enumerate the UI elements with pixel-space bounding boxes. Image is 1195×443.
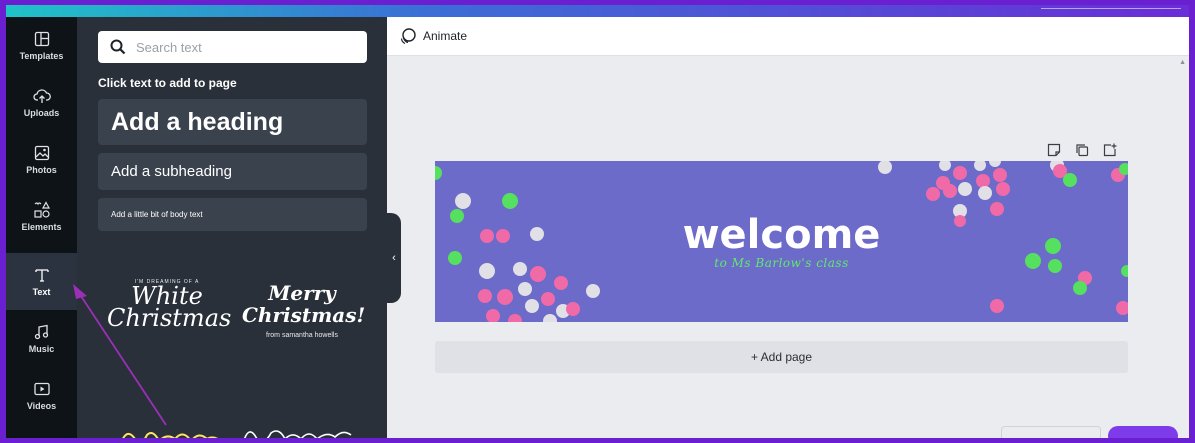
annotation-arrow (73, 284, 167, 426)
app-window: Templates Uploads Photos Elements Text M… (6, 5, 1189, 438)
